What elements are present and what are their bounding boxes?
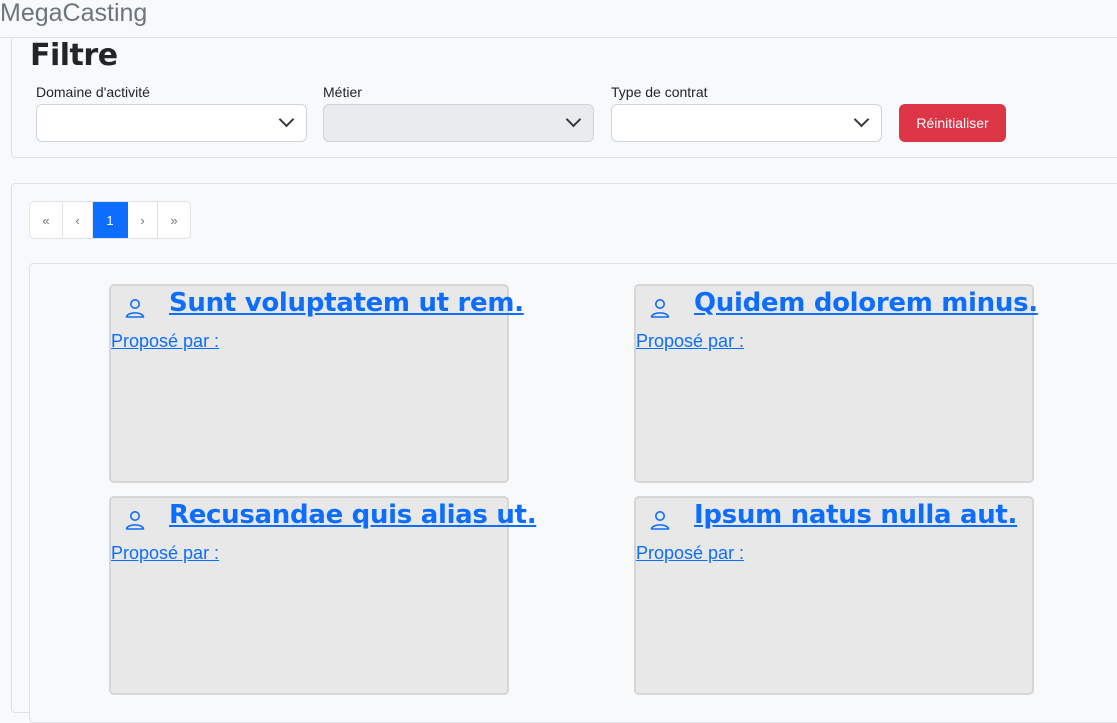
- page-last-button[interactable]: »: [158, 202, 190, 238]
- metier-label: Métier: [323, 84, 362, 100]
- offer-card[interactable]: Quidem dolorem minus. Proposé par :: [634, 284, 1038, 483]
- domaine-label: Domaine d'activité: [36, 84, 150, 100]
- offer-title-link[interactable]: Quidem dolorem minus.: [694, 288, 1038, 318]
- offer-author-link[interactable]: Proposé par :: [111, 331, 219, 352]
- offer-card[interactable]: Ipsum natus nulla aut. Proposé par :: [634, 496, 1034, 695]
- page-next-button[interactable]: ›: [128, 202, 158, 238]
- filter-title: Filtre: [30, 38, 118, 73]
- user-icon: [125, 511, 145, 530]
- offer-author-link[interactable]: Proposé par :: [636, 543, 744, 564]
- chevron-down-icon: [565, 111, 582, 128]
- page-prev-button[interactable]: ‹: [63, 202, 93, 238]
- brand-logo[interactable]: MegaCasting: [0, 0, 147, 29]
- offers-grid: Sunt voluptatem ut rem. Proposé par : Qu…: [29, 263, 1117, 723]
- user-icon: [650, 299, 670, 318]
- page-first-button[interactable]: «: [30, 202, 63, 238]
- user-icon: [125, 299, 145, 318]
- reset-button[interactable]: Réinitialiser: [899, 104, 1006, 142]
- offer-author-link[interactable]: Proposé par :: [111, 543, 219, 564]
- contrat-select[interactable]: [611, 104, 882, 142]
- offer-title-link[interactable]: Ipsum natus nulla aut.: [694, 500, 1017, 530]
- results-panel: « ‹ 1 › » Sunt voluptatem ut rem. Propos…: [11, 183, 1117, 723]
- pagination: « ‹ 1 › »: [29, 201, 191, 239]
- offer-card[interactable]: Recusandae quis alias ut. Proposé par :: [109, 496, 537, 695]
- metier-select[interactable]: [323, 104, 594, 142]
- user-icon: [650, 511, 670, 530]
- chevron-down-icon: [278, 111, 295, 128]
- domaine-select[interactable]: [36, 104, 307, 142]
- page-current-button[interactable]: 1: [93, 202, 128, 238]
- offer-title-link[interactable]: Recusandae quis alias ut.: [169, 500, 537, 530]
- contrat-label: Type de contrat: [611, 84, 708, 100]
- filter-panel: Filtre Domaine d'activité Métier Type de…: [11, 38, 1117, 158]
- offer-author-link[interactable]: Proposé par :: [636, 331, 744, 352]
- offer-title-link[interactable]: Sunt voluptatem ut rem.: [169, 288, 524, 318]
- chevron-down-icon: [853, 111, 870, 128]
- offer-card[interactable]: Sunt voluptatem ut rem. Proposé par :: [109, 284, 524, 483]
